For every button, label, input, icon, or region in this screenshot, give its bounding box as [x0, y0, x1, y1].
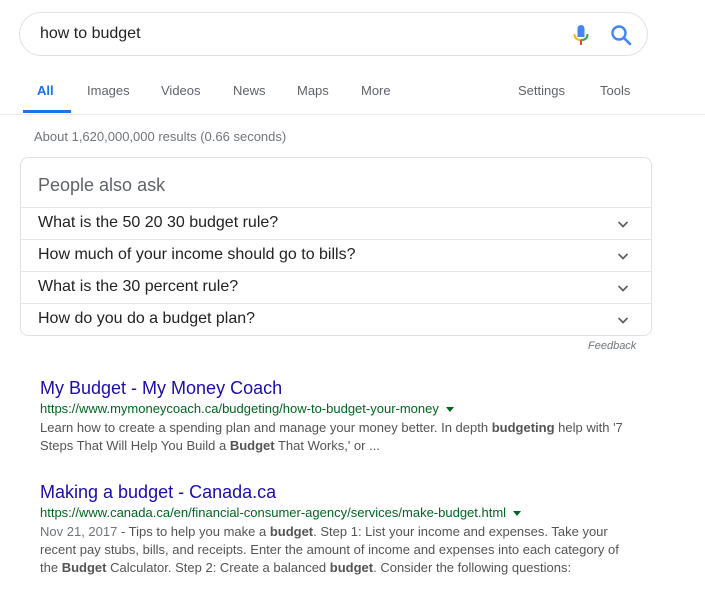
- result-date: Nov 21, 2017: [40, 524, 118, 539]
- result-url-line: https://www.mymoneycoach.ca/budgeting/ho…: [40, 400, 640, 418]
- search-tabs: All Images Videos News Maps More Setting…: [0, 70, 705, 115]
- result-snippet: Nov 21, 2017 - Tips to help you make a b…: [40, 523, 640, 577]
- snippet-highlight: budgeting: [491, 420, 555, 435]
- snippet-highlight: Budget: [61, 560, 107, 575]
- paa-question: How do you do a budget plan?: [38, 310, 256, 327]
- active-tab-indicator: [23, 110, 71, 113]
- paa-question: What is the 50 20 30 budget rule?: [38, 214, 279, 231]
- paa-question: What is the 30 percent rule?: [38, 278, 239, 295]
- tab-news[interactable]: News: [233, 83, 266, 98]
- snippet-highlight: budget: [269, 524, 314, 539]
- search-result: Making a budget - Canada.ca https://www.…: [40, 481, 640, 577]
- people-also-ask-title: People also ask: [38, 175, 166, 195]
- paa-question: How much of your income should go to bil…: [38, 246, 356, 263]
- result-title-link[interactable]: My Budget - My Money Coach: [40, 377, 640, 399]
- result-snippet: Learn how to create a spending plan and …: [40, 419, 640, 455]
- tab-videos[interactable]: Videos: [161, 83, 201, 98]
- tab-all[interactable]: All: [37, 83, 54, 98]
- paa-question-row[interactable]: What is the 50 20 30 budget rule?: [21, 207, 651, 240]
- result-url-line: https://www.canada.ca/en/financial-consu…: [40, 504, 640, 522]
- tab-more[interactable]: More: [361, 83, 391, 98]
- feedback-link[interactable]: Feedback: [588, 340, 636, 352]
- paa-question-row[interactable]: How do you do a budget plan?: [21, 303, 651, 336]
- snippet-text: . Consider the following questions:: [373, 560, 572, 575]
- tab-tools[interactable]: Tools: [600, 83, 630, 98]
- snippet-highlight: Budget: [229, 438, 275, 453]
- snippet-text: - Tips to help you make a: [117, 524, 270, 539]
- paa-question-row[interactable]: What is the 30 percent rule?: [21, 271, 651, 304]
- search-result: My Budget - My Money Coach https://www.m…: [40, 377, 640, 455]
- chevron-down-icon: [617, 285, 629, 292]
- snippet-text: That Works,' or ...: [274, 438, 380, 453]
- chevron-down-icon: [617, 221, 629, 228]
- chevron-down-icon: [617, 317, 629, 324]
- result-stats: About 1,620,000,000 results (0.66 second…: [34, 129, 287, 144]
- search-results-page: All Images Videos News Maps More Setting…: [0, 0, 705, 601]
- people-also-ask: People also ask What is the 50 20 30 bud…: [20, 157, 652, 336]
- url-dropdown-arrow-icon[interactable]: [513, 511, 522, 517]
- paa-question-row[interactable]: How much of your income should go to bil…: [21, 239, 651, 272]
- search-icon[interactable]: [610, 24, 632, 46]
- result-url: https://www.canada.ca/en/financial-consu…: [40, 505, 507, 520]
- search-input[interactable]: [40, 13, 560, 55]
- result-url: https://www.mymoneycoach.ca/budgeting/ho…: [40, 401, 439, 416]
- snippet-highlight: budget: [329, 560, 374, 575]
- microphone-icon[interactable]: [572, 24, 590, 46]
- tab-images[interactable]: Images: [87, 83, 130, 98]
- tab-settings[interactable]: Settings: [518, 83, 565, 98]
- url-dropdown-arrow-icon[interactable]: [445, 407, 454, 413]
- search-box[interactable]: [19, 12, 648, 56]
- chevron-down-icon: [617, 253, 629, 260]
- tab-maps[interactable]: Maps: [297, 83, 329, 98]
- result-title-link[interactable]: Making a budget - Canada.ca: [40, 481, 640, 503]
- snippet-text: Learn how to create a spending plan and …: [40, 420, 492, 435]
- snippet-text: Calculator. Step 2: Create a balanced: [106, 560, 330, 575]
